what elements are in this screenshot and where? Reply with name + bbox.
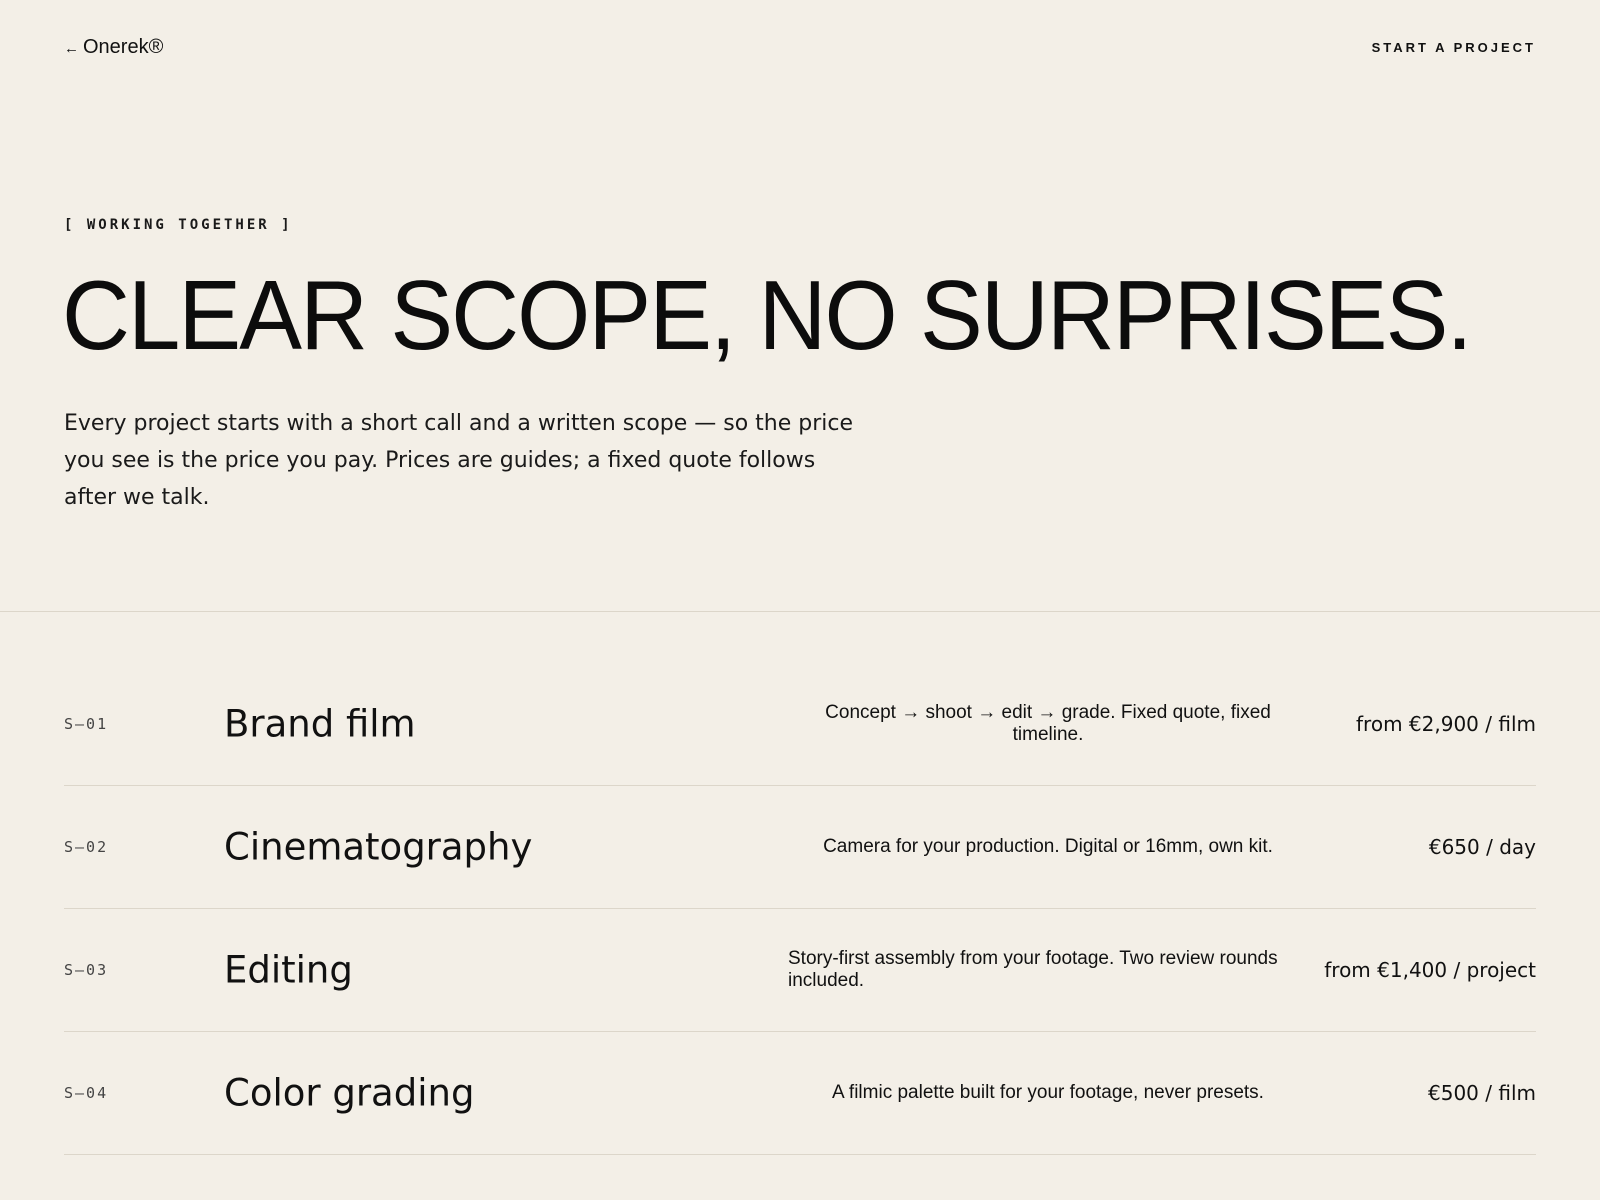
- brand-name: Onerek®: [83, 36, 164, 58]
- service-description: Concept → shoot → edit → grade. Fixed qu…: [825, 702, 1271, 745]
- back-arrow-icon: ←: [64, 40, 79, 57]
- service-description: A filmic palette built for your footage,…: [832, 1082, 1264, 1103]
- section-eyebrow: [ WORKING TOGETHER ]: [64, 217, 293, 233]
- service-row-color-grading: S—04 Color grading A filmic palette buil…: [64, 1032, 1536, 1155]
- brand-home-link[interactable]: ← Onerek®: [64, 36, 163, 59]
- service-price: from €1,400 / project: [1324, 958, 1536, 982]
- service-title: Cinematography: [224, 825, 533, 869]
- services-list: S—01 Brand film Concept → shoot → edit →…: [64, 663, 1536, 1155]
- service-description: Story-first assembly from your footage. …: [788, 948, 1278, 991]
- page-title: CLEAR SCOPE, NO SURPRISES.: [62, 260, 1473, 370]
- service-row-brand-film: S—01 Brand film Concept → shoot → edit →…: [64, 663, 1536, 786]
- top-bar: ← Onerek® START A PROJECT: [64, 36, 1536, 64]
- service-code: S—04: [64, 1084, 109, 1102]
- service-title: Brand film: [224, 702, 416, 746]
- service-row-editing: S—03 Editing Story-first assembly from y…: [64, 909, 1536, 1032]
- service-price: from €2,900 / film: [1356, 712, 1536, 736]
- service-title: Color grading: [224, 1071, 475, 1115]
- section-divider: [0, 611, 1600, 612]
- service-code: S—02: [64, 838, 109, 856]
- service-price: €650 / day: [1428, 835, 1536, 859]
- service-price: €500 / film: [1428, 1081, 1536, 1105]
- service-code: S—03: [64, 961, 109, 979]
- service-code: S—01: [64, 715, 109, 733]
- service-description: Camera for your production. Digital or 1…: [823, 836, 1273, 857]
- start-project-link[interactable]: START A PROJECT: [1372, 40, 1536, 55]
- service-row-cinematography: S—02 Cinematography Camera for your prod…: [64, 786, 1536, 909]
- intro-paragraph: Every project starts with a short call a…: [64, 411, 854, 510]
- service-title: Editing: [224, 948, 353, 992]
